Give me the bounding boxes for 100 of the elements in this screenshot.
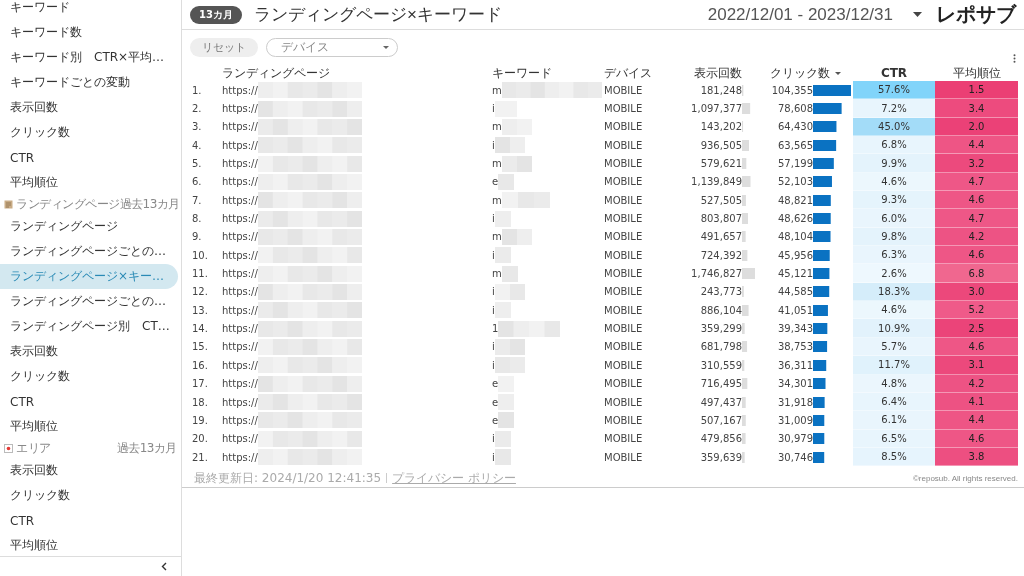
sidebar-item[interactable]: 表示回数	[0, 458, 178, 483]
date-range[interactable]: 2022/12/01 - 2023/12/31	[707, 4, 893, 25]
column-header[interactable]: 平均順位	[952, 64, 1001, 82]
column-header[interactable]: デバイス	[604, 64, 652, 82]
column-header[interactable]: キーワード	[492, 64, 552, 82]
table-cell: 7.2%	[853, 99, 935, 118]
sidebar-item[interactable]: ランディングページ	[0, 214, 178, 239]
document-icon	[4, 200, 13, 209]
sidebar-item[interactable]: 平均順位	[0, 414, 178, 439]
caret-icon	[383, 46, 389, 49]
sidebar-item[interactable]: CTR	[0, 145, 178, 170]
url-text: https://	[222, 341, 258, 353]
sidebar-item[interactable]: ランディングページごとの…	[0, 289, 178, 314]
table-cell: 491,657	[700, 231, 742, 243]
sidebar-item[interactable]: クリック数	[0, 364, 178, 389]
sidebar-item[interactable]: キーワード数	[0, 20, 178, 45]
table-cell: 9.3%	[853, 191, 935, 210]
sidebar-item[interactable]: キーワード別 CTR×平均…	[0, 45, 178, 70]
blurred-text	[494, 339, 525, 355]
table-cell: 3.1	[935, 356, 1018, 375]
collapse-icon[interactable]	[161, 562, 167, 571]
table-cell-text: MOBILE	[604, 450, 644, 465]
logo: レポサブ	[936, 1, 1016, 28]
table-cell: 681,798	[700, 341, 742, 353]
sidebar-item[interactable]: クリック数	[0, 483, 178, 508]
column-header[interactable]: 表示回数	[694, 64, 742, 82]
table-cell-text: MOBILE	[604, 193, 644, 208]
sidebar-item[interactable]: 表示回数	[0, 339, 178, 364]
row-number: 2.	[191, 102, 203, 116]
table-cell: 359,639	[700, 451, 742, 463]
row-number: 1.	[191, 83, 203, 98]
url-text: https://	[222, 323, 258, 335]
sidebar-item[interactable]: クリック数	[0, 120, 178, 145]
table-cell: 2.6%	[853, 264, 935, 283]
sidebar-item[interactable]: 平均順位	[0, 533, 178, 556]
table-cell: 45,121	[778, 268, 813, 280]
url-text: https://	[222, 84, 258, 96]
sidebar-item[interactable]: 表示回数	[0, 95, 178, 120]
section-period: 過去13カ月	[119, 196, 180, 213]
row-number: 17.	[191, 377, 209, 392]
url-text: https://	[222, 286, 258, 298]
table-cell-text: MOBILE	[604, 285, 644, 300]
table-cell: 11.7%	[853, 356, 935, 375]
table-cell: 48,626	[778, 213, 813, 225]
keyword-text: e	[492, 378, 499, 390]
section-label: エリア	[16, 440, 51, 457]
url-text: https://	[222, 103, 258, 114]
keyword-text: e	[492, 414, 499, 426]
last-updated: 最終更新日: 2024/1/20 12:41:35	[194, 469, 382, 487]
column-header[interactable]: ランディングページ	[222, 64, 330, 82]
map-icon	[4, 444, 13, 453]
table-cell: 3.4	[935, 99, 1018, 118]
sidebar-item[interactable]: キーワードごとの変動	[0, 70, 178, 95]
table-cell-text: MOBILE	[604, 413, 644, 428]
table-cell-text: MOBILE	[604, 102, 644, 116]
copyright: ©reposub. All rights reserved.	[912, 473, 1018, 483]
table-cell: 310,559	[700, 359, 742, 371]
table-cell-text: MOBILE	[604, 377, 644, 392]
table-cell: 527,505	[700, 194, 742, 206]
table-cell: 34,301	[778, 378, 813, 390]
sidebar-item[interactable]: CTR	[0, 508, 178, 533]
row-number: 11.	[191, 267, 209, 282]
row-number: 18.	[191, 395, 209, 410]
report-title: ランディングページ×キーワード	[253, 4, 502, 26]
table-cell-text: MOBILE	[604, 175, 644, 190]
column-header[interactable]: CTR	[880, 66, 908, 80]
table-cell: 6.8%	[853, 136, 935, 155]
caret-icon[interactable]	[913, 12, 922, 17]
table-cell: 5.2	[935, 301, 1018, 320]
table-cell-text: MOBILE	[604, 395, 644, 410]
table-cell-text: MOBILE	[604, 120, 644, 135]
sidebar-item[interactable]: 平均順位	[0, 170, 178, 195]
keyword-text: i	[492, 304, 495, 316]
row-number: 16.	[191, 358, 209, 373]
table-cell-text: MOBILE	[604, 303, 644, 318]
table-cell-text: MOBILE	[604, 340, 644, 355]
keyword-text: i	[492, 451, 495, 463]
sidebar-item[interactable]: ランディングページ別 CT…	[0, 314, 178, 339]
table-cell: 936,505	[700, 139, 742, 151]
column-header[interactable]: クリック数	[769, 64, 830, 82]
url-text: https://	[222, 139, 258, 151]
more-icon[interactable]	[1013, 54, 1016, 63]
table-cell: 1,097,377	[691, 103, 742, 114]
table-cell: 52,103	[778, 176, 813, 188]
keyword-text: 1	[492, 323, 499, 335]
table-cell: 4.4	[935, 136, 1018, 155]
row-number: 4.	[191, 138, 203, 153]
sort-icon[interactable]	[834, 71, 841, 75]
table-cell-text: MOBILE	[604, 358, 644, 373]
table-cell: 10.9%	[853, 319, 935, 338]
reset-button[interactable]: リセット	[190, 38, 258, 57]
row-number: 20.	[191, 432, 209, 447]
keyword-text: m	[492, 158, 502, 170]
sidebar-item[interactable]: CTR	[0, 389, 178, 414]
table-cell: 44,585	[778, 286, 813, 298]
sidebar-item[interactable]: ランディングページごとの…	[0, 239, 178, 264]
url-text: https://	[222, 433, 258, 445]
table-cell: 243,773	[700, 286, 742, 298]
sidebar-item[interactable]: キーワード	[0, 0, 178, 20]
table-cell: 48,821	[778, 194, 813, 206]
